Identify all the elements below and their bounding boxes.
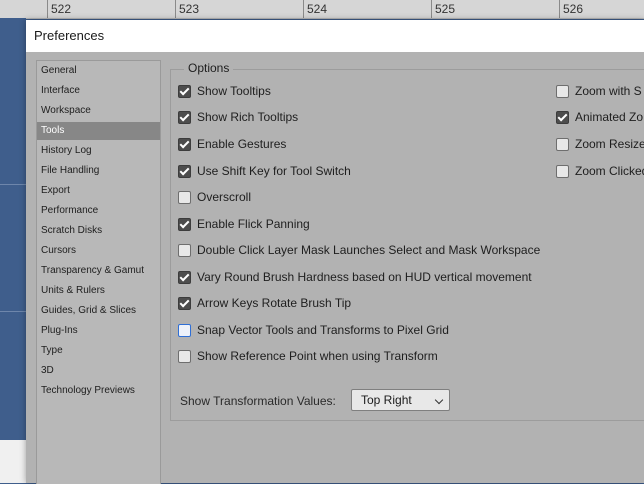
- checkbox-unchecked[interactable]: [556, 165, 569, 178]
- dialog-titlebar[interactable]: Preferences: [26, 20, 644, 52]
- option-label: Arrow Keys Rotate Brush Tip: [197, 296, 352, 310]
- option-label: Zoom with S: [575, 84, 642, 98]
- preferences-sidebar: General Interface Workspace Tools History Lo…: [36, 60, 161, 484]
- checkbox-checked[interactable]: [556, 111, 569, 124]
- canvas-guide-line: [0, 184, 26, 185]
- ruler-tick-label: 522: [47, 0, 71, 18]
- checkbox-checked[interactable]: [178, 271, 191, 284]
- checkbox-unchecked[interactable]: [178, 324, 191, 337]
- sidebar-item-transparency-gamut[interactable]: Transparency & Gamut: [37, 262, 160, 280]
- sidebar-item-units-rulers[interactable]: Units & Rulers: [37, 282, 160, 300]
- option-label: Enable Flick Panning: [197, 217, 310, 231]
- checkbox-unchecked[interactable]: [178, 191, 191, 204]
- option-label: Use Shift Key for Tool Switch: [197, 164, 351, 178]
- sidebar-item-guides-grid-slices[interactable]: Guides, Grid & Slices: [37, 302, 160, 320]
- option-label: Show Rich Tooltips: [197, 110, 299, 124]
- checkbox-checked[interactable]: [178, 138, 191, 151]
- sidebar-item-plug-ins[interactable]: Plug-Ins: [37, 322, 160, 340]
- option-label: Snap Vector Tools and Transforms to Pixe…: [197, 323, 449, 337]
- sidebar-item-scratch-disks[interactable]: Scratch Disks: [37, 222, 160, 240]
- ruler-tick-label: 524: [303, 0, 327, 18]
- dialog-title: Preferences: [34, 28, 105, 43]
- sidebar-item-interface[interactable]: Interface: [37, 82, 160, 100]
- ruler-tick-label: 525: [431, 0, 455, 18]
- checkbox-unchecked[interactable]: [178, 244, 191, 257]
- checkbox-checked[interactable]: [178, 165, 191, 178]
- checkbox-checked[interactable]: [178, 85, 191, 98]
- sidebar-item-technology-previews[interactable]: Technology Previews: [37, 382, 160, 400]
- options-legend: Options: [184, 61, 234, 75]
- sidebar-item-history-log[interactable]: History Log: [37, 142, 160, 160]
- horizontal-ruler: 522 523 524 525 526: [0, 0, 644, 19]
- checkbox-checked[interactable]: [178, 297, 191, 310]
- transformation-values-select[interactable]: Top Right: [351, 389, 450, 411]
- option-label: Animated Zo: [575, 110, 644, 124]
- sidebar-item-cursors[interactable]: Cursors: [37, 242, 160, 260]
- checkbox-unchecked[interactable]: [178, 350, 191, 363]
- canvas-background: [0, 440, 26, 483]
- chevron-down-icon: [434, 395, 444, 405]
- sidebar-item-export[interactable]: Export: [37, 182, 160, 200]
- sidebar-item-type[interactable]: Type: [37, 342, 160, 360]
- checkbox-checked[interactable]: [178, 218, 191, 231]
- ruler-tick-label: 523: [175, 0, 199, 18]
- option-label: Overscroll: [197, 190, 252, 204]
- sidebar-item-tools[interactable]: Tools: [37, 122, 160, 140]
- option-label: Zoom Resize: [575, 137, 644, 151]
- option-label: Double Click Layer Mask Launches Select …: [197, 243, 541, 257]
- checkbox-checked[interactable]: [178, 111, 191, 124]
- option-label: Show Tooltips: [197, 84, 271, 98]
- option-label: Zoom Clicked: [575, 164, 644, 178]
- checkbox-unchecked[interactable]: [556, 85, 569, 98]
- transformation-values-label: Show Transformation Values:: [180, 394, 336, 408]
- canvas-area: [0, 18, 26, 440]
- option-label: Show Reference Point when using Transfor…: [197, 349, 438, 363]
- ruler-tick-label: 526: [559, 0, 583, 18]
- sidebar-item-3d[interactable]: 3D: [37, 362, 160, 380]
- sidebar-item-performance[interactable]: Performance: [37, 202, 160, 220]
- sidebar-item-workspace[interactable]: Workspace: [37, 102, 160, 120]
- sidebar-item-file-handling[interactable]: File Handling: [37, 162, 160, 180]
- canvas-guide-line: [0, 311, 26, 312]
- option-label: Enable Gestures: [197, 137, 287, 151]
- transformation-values-selected: Top Right: [361, 393, 412, 407]
- checkbox-unchecked[interactable]: [556, 138, 569, 151]
- sidebar-item-general[interactable]: General: [37, 62, 160, 80]
- preferences-dialog: Preferences General Interface Workspace Too…: [26, 20, 644, 484]
- option-label: Vary Round Brush Hardness based on HUD v…: [197, 270, 532, 284]
